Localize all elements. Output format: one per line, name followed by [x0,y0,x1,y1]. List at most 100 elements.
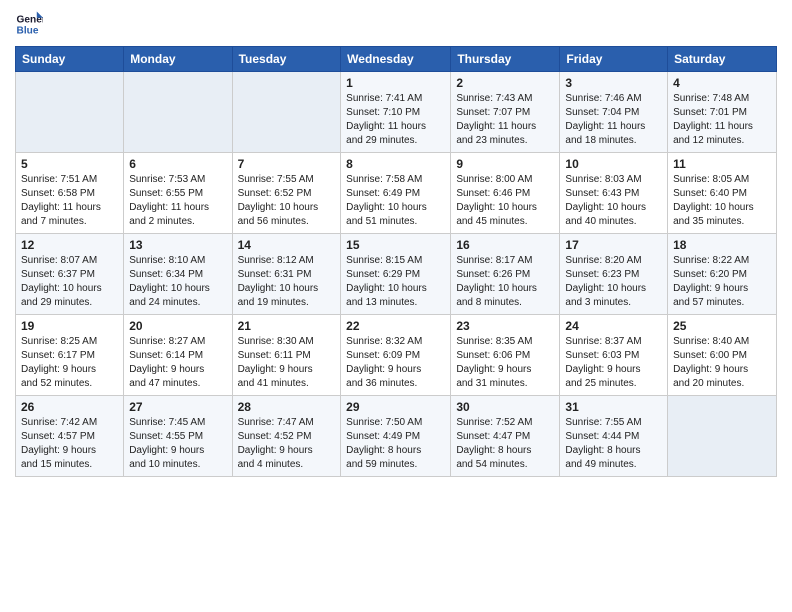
logo-icon: General Blue [15,10,43,38]
day-cell: 19Sunrise: 8:25 AM Sunset: 6:17 PM Dayli… [16,315,124,396]
day-info: Sunrise: 8:27 AM Sunset: 6:14 PM Dayligh… [129,335,226,391]
week-row-5: 26 Sunrise: 7:42 AM Sunset: 4:57 PM Dayli… [16,396,777,477]
day-number: 26 [21,400,118,414]
day-info: Sunrise: 7:58 AM Sunset: 6:49 PM Dayligh… [346,173,445,229]
day-number: 22 [346,319,445,333]
week-row-3: 12 Sunrise: 8:07 AM Sunset: 6:37 PM Dayli… [16,234,777,315]
logo: General Blue [15,10,45,38]
day-cell: 18 Sunrise: 8:22 AM Sunset: 6:20 PM Dayli… [668,234,777,315]
day-cell: 15 Sunrise: 8:15 AM Sunset: 6:29 PM Dayli… [341,234,451,315]
day-cell: 24 Sunrise: 8:37 AM Sunset: 6:03 PM Dayli… [560,315,668,396]
day-info: Sunrise: 7:55 AM Sunset: 4:44 PM Dayligh… [565,416,662,472]
weekday-header-saturday: Saturday [668,47,777,72]
day-cell: 10 Sunrise: 8:03 AM Sunset: 6:43 PM Dayli… [560,153,668,234]
day-info: Sunrise: 8:00 AM Sunset: 6:46 PM Dayligh… [456,173,554,229]
day-number: 10 [565,157,662,171]
day-number: 19 [21,319,118,333]
day-cell: 2Sunrise: 7:43 AM Sunset: 7:07 PM Daylig… [451,72,560,153]
day-cell [124,72,232,153]
day-number: 12 [21,238,118,252]
day-cell [232,72,341,153]
day-info: Sunrise: 7:42 AM Sunset: 4:57 PM Dayligh… [21,416,118,472]
weekday-header-wednesday: Wednesday [341,47,451,72]
week-row-1: 1 Sunrise: 7:41 AM Sunset: 7:10 PM Daylig… [16,72,777,153]
day-cell [16,72,124,153]
day-info: Sunrise: 8:32 AM Sunset: 6:09 PM Dayligh… [346,335,445,391]
day-cell: 12 Sunrise: 8:07 AM Sunset: 6:37 PM Dayli… [16,234,124,315]
day-info: Sunrise: 7:47 AM Sunset: 4:52 PM Dayligh… [238,416,336,472]
day-cell: 14Sunrise: 8:12 AM Sunset: 6:31 PM Dayli… [232,234,341,315]
day-cell: 11 Sunrise: 8:05 AM Sunset: 6:40 PM Dayli… [668,153,777,234]
day-number: 27 [129,400,226,414]
day-cell: 5Sunrise: 7:51 AM Sunset: 6:58 PM Daylig… [16,153,124,234]
day-cell: 27 Sunrise: 7:45 AM Sunset: 4:55 PM Dayli… [124,396,232,477]
day-number: 21 [238,319,336,333]
day-number: 8 [346,157,445,171]
day-cell: 17 Sunrise: 8:20 AM Sunset: 6:23 PM Dayli… [560,234,668,315]
day-info: Sunrise: 8:22 AM Sunset: 6:20 PM Dayligh… [673,254,771,310]
day-number: 16 [456,238,554,252]
week-row-4: 19Sunrise: 8:25 AM Sunset: 6:17 PM Dayli… [16,315,777,396]
day-info: Sunrise: 7:55 AM Sunset: 6:52 PM Dayligh… [238,173,336,229]
day-number: 11 [673,157,771,171]
day-cell: 23Sunrise: 8:35 AM Sunset: 6:06 PM Dayli… [451,315,560,396]
day-number: 24 [565,319,662,333]
day-cell: 20 Sunrise: 8:27 AM Sunset: 6:14 PM Dayli… [124,315,232,396]
day-cell: 31 Sunrise: 7:55 AM Sunset: 4:44 PM Dayli… [560,396,668,477]
day-info: Sunrise: 8:07 AM Sunset: 6:37 PM Dayligh… [21,254,118,310]
day-cell: 6Sunrise: 7:53 AM Sunset: 6:55 PM Daylig… [124,153,232,234]
day-cell: 25Sunrise: 8:40 AM Sunset: 6:00 PM Dayli… [668,315,777,396]
day-cell [668,396,777,477]
day-number: 9 [456,157,554,171]
day-number: 4 [673,76,771,90]
calendar: SundayMondayTuesdayWednesdayThursdayFrid… [15,46,777,477]
page: General Blue SundayMondayTuesdayWednesda… [0,0,792,487]
day-info: Sunrise: 7:48 AM Sunset: 7:01 PM Dayligh… [673,92,771,148]
day-info: Sunrise: 8:03 AM Sunset: 6:43 PM Dayligh… [565,173,662,229]
weekday-header-tuesday: Tuesday [232,47,341,72]
day-cell: 3Sunrise: 7:46 AM Sunset: 7:04 PM Daylig… [560,72,668,153]
day-info: Sunrise: 8:30 AM Sunset: 6:11 PM Dayligh… [238,335,336,391]
day-cell: 16 Sunrise: 8:17 AM Sunset: 6:26 PM Dayli… [451,234,560,315]
day-info: Sunrise: 8:20 AM Sunset: 6:23 PM Dayligh… [565,254,662,310]
weekday-header-monday: Monday [124,47,232,72]
day-number: 15 [346,238,445,252]
day-number: 7 [238,157,336,171]
day-cell: 30Sunrise: 7:52 AM Sunset: 4:47 PM Dayli… [451,396,560,477]
day-number: 18 [673,238,771,252]
day-cell: 26 Sunrise: 7:42 AM Sunset: 4:57 PM Dayli… [16,396,124,477]
day-info: Sunrise: 7:53 AM Sunset: 6:55 PM Dayligh… [129,173,226,229]
day-number: 25 [673,319,771,333]
day-number: 17 [565,238,662,252]
day-info: Sunrise: 8:15 AM Sunset: 6:29 PM Dayligh… [346,254,445,310]
day-info: Sunrise: 8:12 AM Sunset: 6:31 PM Dayligh… [238,254,336,310]
day-number: 1 [346,76,445,90]
svg-text:Blue: Blue [17,25,39,36]
day-number: 23 [456,319,554,333]
day-cell: 4 Sunrise: 7:48 AM Sunset: 7:01 PM Daylig… [668,72,777,153]
day-number: 30 [456,400,554,414]
day-info: Sunrise: 7:51 AM Sunset: 6:58 PM Dayligh… [21,173,118,229]
weekday-header-thursday: Thursday [451,47,560,72]
day-number: 29 [346,400,445,414]
day-info: Sunrise: 8:17 AM Sunset: 6:26 PM Dayligh… [456,254,554,310]
week-row-2: 5Sunrise: 7:51 AM Sunset: 6:58 PM Daylig… [16,153,777,234]
day-cell: 28Sunrise: 7:47 AM Sunset: 4:52 PM Dayli… [232,396,341,477]
day-number: 2 [456,76,554,90]
day-info: Sunrise: 7:45 AM Sunset: 4:55 PM Dayligh… [129,416,226,472]
day-number: 31 [565,400,662,414]
day-cell: 1 Sunrise: 7:41 AM Sunset: 7:10 PM Daylig… [341,72,451,153]
day-info: Sunrise: 8:37 AM Sunset: 6:03 PM Dayligh… [565,335,662,391]
day-info: Sunrise: 7:50 AM Sunset: 4:49 PM Dayligh… [346,416,445,472]
day-number: 20 [129,319,226,333]
day-info: Sunrise: 8:05 AM Sunset: 6:40 PM Dayligh… [673,173,771,229]
day-cell: 22 Sunrise: 8:32 AM Sunset: 6:09 PM Dayli… [341,315,451,396]
weekday-header-sunday: Sunday [16,47,124,72]
day-info: Sunrise: 8:10 AM Sunset: 6:34 PM Dayligh… [129,254,226,310]
day-cell: 29 Sunrise: 7:50 AM Sunset: 4:49 PM Dayli… [341,396,451,477]
day-cell: 8 Sunrise: 7:58 AM Sunset: 6:49 PM Daylig… [341,153,451,234]
day-cell: 21 Sunrise: 8:30 AM Sunset: 6:11 PM Dayli… [232,315,341,396]
day-info: Sunrise: 7:41 AM Sunset: 7:10 PM Dayligh… [346,92,445,148]
header: General Blue [15,10,777,38]
day-number: 13 [129,238,226,252]
